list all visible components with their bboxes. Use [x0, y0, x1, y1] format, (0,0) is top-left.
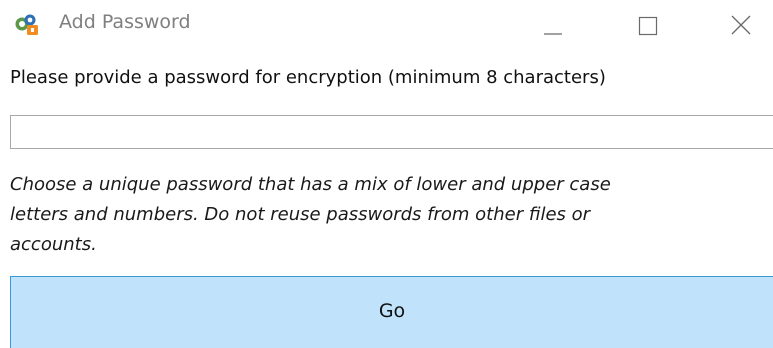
minimize-button[interactable]	[514, 0, 586, 52]
advice-line: letters and numbers. Do not reuse passwo…	[10, 204, 591, 225]
password-input[interactable]	[10, 115, 773, 149]
window-title: Add Password	[59, 11, 191, 33]
close-button[interactable]	[704, 0, 773, 52]
title-bar[interactable]: Add Password	[0, 0, 773, 52]
advice-line: accounts.	[10, 234, 97, 255]
go-button-label: Go	[378, 300, 406, 322]
advice-line: Choose a unique password that has a mix …	[10, 174, 611, 195]
maximize-button[interactable]	[614, 0, 686, 52]
go-button[interactable]: Go	[10, 276, 773, 348]
password-advice-text: Choose a unique password that has a mix …	[10, 170, 750, 260]
app-logo-icon	[14, 13, 40, 37]
minimize-icon	[544, 33, 562, 35]
password-prompt-label: Please provide a password for encryption…	[10, 67, 606, 88]
close-icon	[731, 15, 751, 35]
maximize-icon	[638, 16, 658, 36]
